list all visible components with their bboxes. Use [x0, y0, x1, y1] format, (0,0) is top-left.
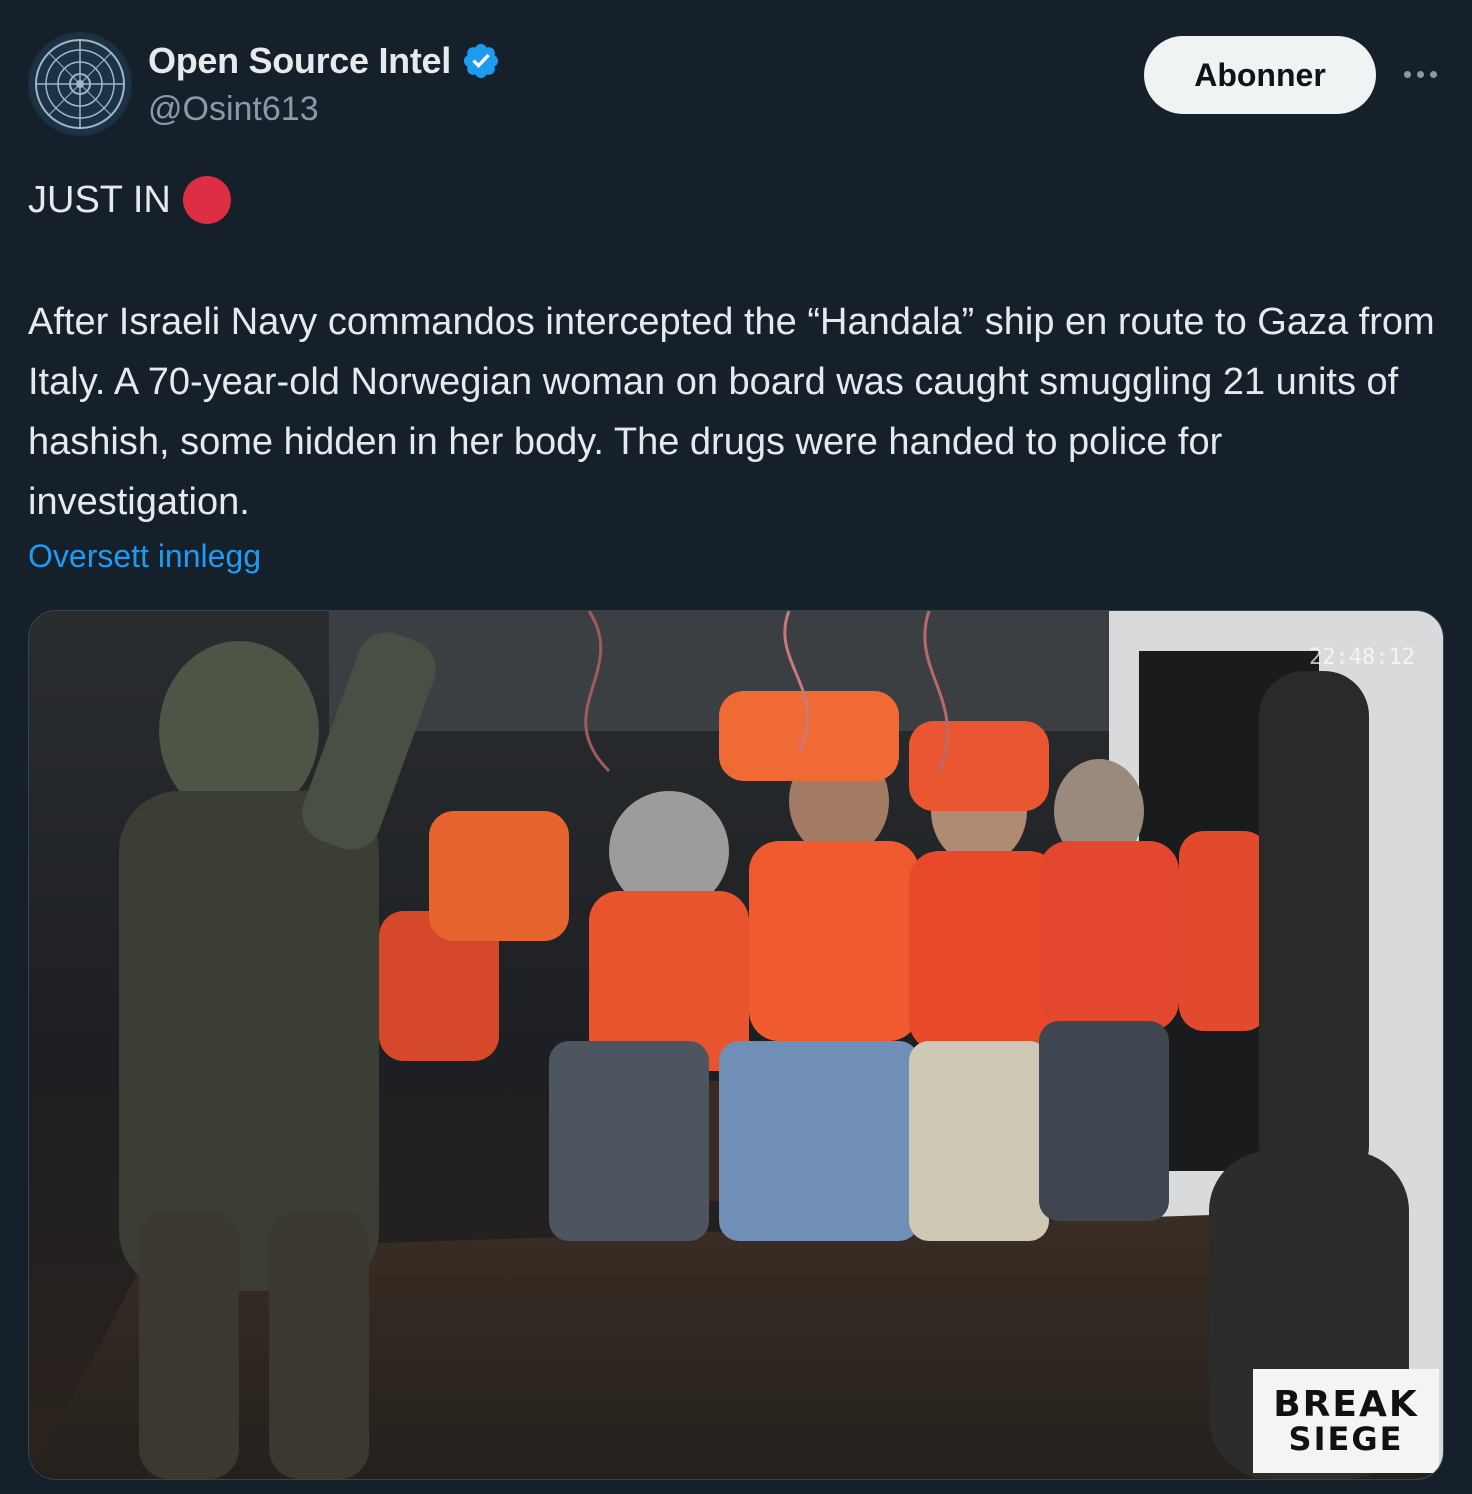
watermark-line1: BREAK [1273, 1384, 1419, 1425]
more-horizontal-icon [1403, 70, 1411, 78]
headline-text: JUST IN [28, 178, 171, 221]
author-name-row[interactable]: Open Source Intel [148, 40, 501, 82]
tweet-media-image[interactable]: 22:48:12 BREAK SIEGE [28, 610, 1444, 1480]
media-photo-illustration [29, 611, 1443, 1479]
tweet-body-text: After Israeli Navy commandos intercepted… [28, 301, 1435, 523]
tweet-headline: JUST IN [28, 176, 231, 224]
author-handle[interactable]: @Osint613 [148, 90, 319, 129]
red-circle-icon [182, 176, 231, 224]
more-options-button[interactable] [1396, 54, 1444, 94]
translate-post-link[interactable]: Oversett innlegg [28, 538, 261, 575]
compass-seal-icon [30, 34, 130, 134]
more-horizontal-icon-dot [1429, 70, 1437, 78]
watermark-line2: SIEGE [1288, 1420, 1404, 1458]
media-timestamp: 22:48:12 [1309, 645, 1415, 670]
avatar[interactable] [28, 32, 132, 136]
more-horizontal-icon-dot [1416, 70, 1424, 78]
break-siege-watermark-logo: BREAK SIEGE [1253, 1369, 1439, 1473]
verified-badge-icon [461, 41, 501, 81]
follow-button[interactable]: Abonner [1144, 36, 1376, 114]
tweet-card: Open Source Intel @Osint613 Abonner JUST… [0, 0, 1472, 1494]
author-display-name[interactable]: Open Source Intel [148, 40, 451, 82]
